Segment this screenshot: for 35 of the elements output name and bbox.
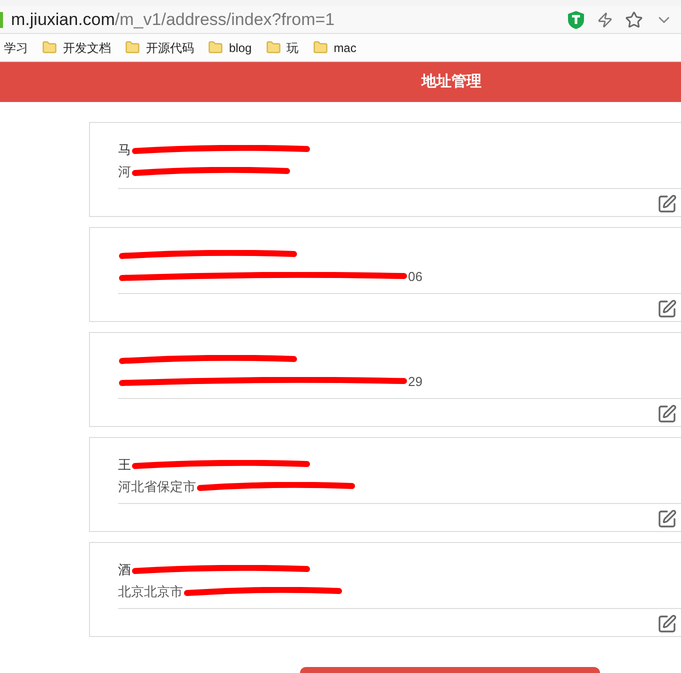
- address-text: 河北省保定市: [118, 478, 196, 496]
- folder-icon: [42, 40, 57, 55]
- bookmark-link[interactable]: 开源代码: [146, 38, 194, 56]
- contact-name: 酒: [118, 561, 131, 580]
- folder-icon: [266, 40, 281, 55]
- bookmark-link[interactable]: blog: [229, 38, 252, 56]
- address-card[interactable]: 29: [89, 332, 681, 427]
- edit-icon[interactable]: [657, 508, 677, 528]
- shield-icon[interactable]: [567, 10, 585, 30]
- folder-icon: [125, 40, 140, 55]
- folder-icon: [208, 40, 223, 55]
- bookmark-link[interactable]: 学习: [4, 38, 28, 56]
- url-text: m.jiuxian.com/m_v1/address/index?from=1: [11, 8, 335, 31]
- contact-name: 王: [118, 456, 131, 474]
- edit-icon[interactable]: [657, 298, 677, 318]
- contact-name: 马: [118, 141, 131, 160]
- address-bar[interactable]: m.jiuxian.com/m_v1/address/index?from=1: [0, 6, 681, 34]
- address-card[interactable]: 王 河北省保定市: [89, 437, 681, 532]
- bookmark-link[interactable]: 玩: [286, 38, 299, 56]
- address-card[interactable]: 06: [89, 227, 681, 322]
- address-text: 河: [118, 163, 131, 182]
- address-text: 北京北京市: [118, 583, 183, 602]
- bookmark-link[interactable]: mac: [334, 38, 356, 56]
- edit-icon[interactable]: [657, 194, 677, 214]
- address-card[interactable]: 马 河: [89, 122, 681, 217]
- address-text: 06: [408, 268, 422, 286]
- address-text: 29: [408, 373, 422, 392]
- address-card[interactable]: 酒 北京北京市: [89, 542, 681, 637]
- folder-icon: [312, 40, 328, 55]
- bookmark-star-icon[interactable]: [625, 10, 643, 28]
- header-title: 地址管理: [422, 72, 482, 92]
- edit-icon[interactable]: [657, 404, 677, 424]
- edit-icon[interactable]: [657, 614, 677, 634]
- bookmark-link[interactable]: 开发文档: [63, 38, 111, 56]
- lightning-icon[interactable]: [597, 12, 613, 28]
